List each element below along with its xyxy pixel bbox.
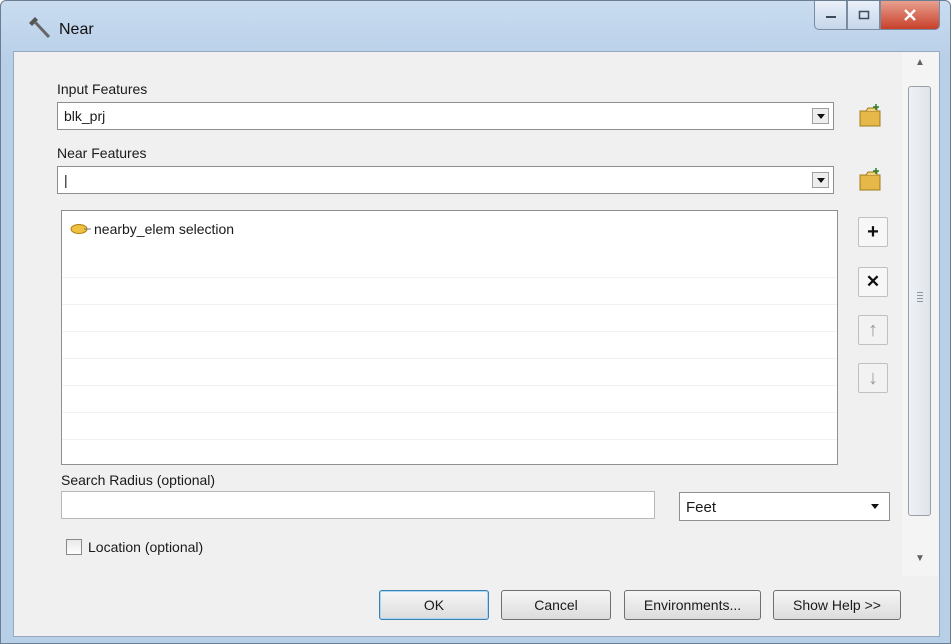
input-features-dropdown[interactable] (812, 108, 829, 124)
close-button[interactable] (880, 1, 940, 30)
near-features-combo[interactable]: | (57, 166, 834, 194)
near-features-list[interactable]: nearby_elem selection (61, 210, 838, 465)
dialog-body: Input Features blk_prj Near Features | n… (13, 51, 940, 637)
cancel-button[interactable]: Cancel (501, 590, 611, 620)
open-folder-icon[interactable] (857, 168, 883, 194)
input-features-combo[interactable]: blk_prj (57, 102, 834, 130)
open-folder-icon[interactable] (857, 104, 883, 130)
location-option[interactable]: Location (optional) (66, 539, 203, 555)
near-features-value: | (64, 172, 68, 188)
window-title: Near (59, 21, 94, 38)
near-tool-window: Near Input Features blk_prj Near Feature… (0, 0, 951, 644)
chevron-down-icon (816, 177, 825, 183)
list-item[interactable]: nearby_elem selection (70, 221, 234, 237)
move-up-icon: ↑ (868, 318, 878, 341)
grip-icon (917, 292, 923, 302)
list-grid (62, 251, 837, 461)
chevron-down-icon (816, 113, 825, 119)
near-features-dropdown[interactable] (812, 172, 829, 188)
search-radius-input[interactable] (61, 491, 655, 519)
close-icon (904, 9, 916, 21)
input-features-value: blk_prj (64, 108, 106, 124)
add-icon: + (867, 220, 879, 243)
move-down-button[interactable]: ↓ (858, 363, 888, 393)
environments-button[interactable]: Environments... (624, 590, 761, 620)
ok-button[interactable]: OK (379, 590, 489, 620)
minimize-icon (825, 16, 836, 18)
unit-value: Feet (686, 499, 717, 516)
location-checkbox[interactable] (66, 539, 82, 555)
near-features-label: Near Features (57, 145, 147, 161)
scroll-thumb[interactable] (908, 86, 931, 516)
window-controls (814, 1, 940, 33)
remove-button[interactable]: ✕ (858, 267, 888, 297)
location-label: Location (optional) (88, 539, 204, 555)
input-features-label: Input Features (57, 81, 148, 97)
remove-icon: ✕ (865, 272, 881, 291)
show-help-button[interactable]: Show Help >> (773, 590, 901, 620)
add-button[interactable]: + (858, 217, 888, 247)
move-down-icon: ↓ (868, 366, 878, 389)
minimize-button[interactable] (814, 1, 847, 30)
vertical-scrollbar[interactable]: ▲ ▼ (902, 52, 938, 576)
scroll-down-icon[interactable]: ▼ (902, 548, 938, 568)
hammer-icon (29, 17, 51, 39)
maximize-icon (858, 10, 869, 20)
maximize-button[interactable] (847, 1, 880, 30)
chevron-down-icon (871, 504, 879, 509)
title-bar[interactable]: Near (1, 1, 950, 51)
search-radius-label: Search Radius (optional) (61, 472, 216, 488)
layer-selection-icon (70, 224, 91, 234)
scroll-up-icon[interactable]: ▲ (902, 52, 938, 72)
move-up-button[interactable]: ↑ (858, 315, 888, 345)
search-radius-unit-select[interactable]: Feet (679, 492, 890, 521)
list-item-label: nearby_elem selection (94, 221, 235, 237)
